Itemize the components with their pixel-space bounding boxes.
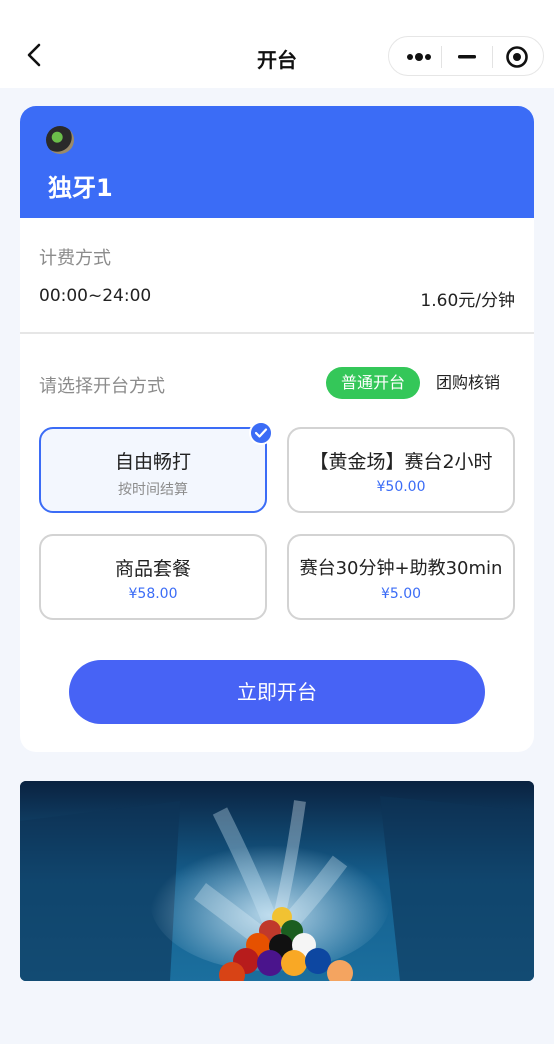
selected-badge xyxy=(249,421,273,445)
option-price: ¥58.00 xyxy=(128,586,178,602)
navigation-bar: 开台 xyxy=(0,0,554,88)
table-name: 独牙1 xyxy=(48,174,113,202)
option-match-with-coach[interactable]: 赛台30分钟+助教30min ¥5.00 xyxy=(287,534,515,620)
divider xyxy=(20,332,534,334)
close-button[interactable] xyxy=(493,37,543,77)
minimize-button[interactable] xyxy=(442,37,492,77)
table-header: 独牙1 xyxy=(20,106,534,218)
more-button[interactable] xyxy=(393,37,443,77)
tab-normal-open[interactable]: 普通开台 xyxy=(326,367,420,399)
option-name: 赛台30分钟+助教30min xyxy=(299,558,503,579)
option-name: 自由畅打 xyxy=(114,451,191,473)
billing-time-range: 00:00~24:00 xyxy=(39,286,152,306)
target-close-icon xyxy=(506,46,528,68)
billiard-balls-image xyxy=(20,781,534,981)
mode-title: 请选择开台方式 xyxy=(39,376,165,397)
option-sub: 按时间结算 xyxy=(118,482,188,498)
more-dots-icon xyxy=(407,53,431,61)
billing-title: 计费方式 xyxy=(39,248,111,269)
tab-group-buy-verify[interactable]: 团购核销 xyxy=(432,367,504,399)
billiards-banner-image xyxy=(20,781,534,981)
option-free-play[interactable]: 自由畅打 按时间结算 xyxy=(39,421,273,513)
miniprogram-capsule xyxy=(388,36,544,76)
option-price: ¥5.00 xyxy=(380,586,422,602)
option-name: 商品套餐 xyxy=(114,558,191,580)
option-price: ¥50.00 xyxy=(376,479,426,495)
option-name: 【黄金场】赛台2小时 xyxy=(309,451,493,473)
check-icon xyxy=(254,428,268,438)
minus-icon xyxy=(458,55,476,59)
option-product-package[interactable]: 商品套餐 ¥58.00 xyxy=(39,534,267,620)
billing-price: 1.60元/分钟 xyxy=(420,291,515,311)
start-table-button[interactable]: 立即开台 xyxy=(69,660,485,724)
option-golden-match-2h[interactable]: 【黄金场】赛台2小时 ¥50.00 xyxy=(287,427,515,513)
table-avatar xyxy=(46,126,74,154)
table-card: 独牙1 计费方式 00:00~24:00 1.60元/分钟 请选择开台方式 普通… xyxy=(20,106,534,752)
